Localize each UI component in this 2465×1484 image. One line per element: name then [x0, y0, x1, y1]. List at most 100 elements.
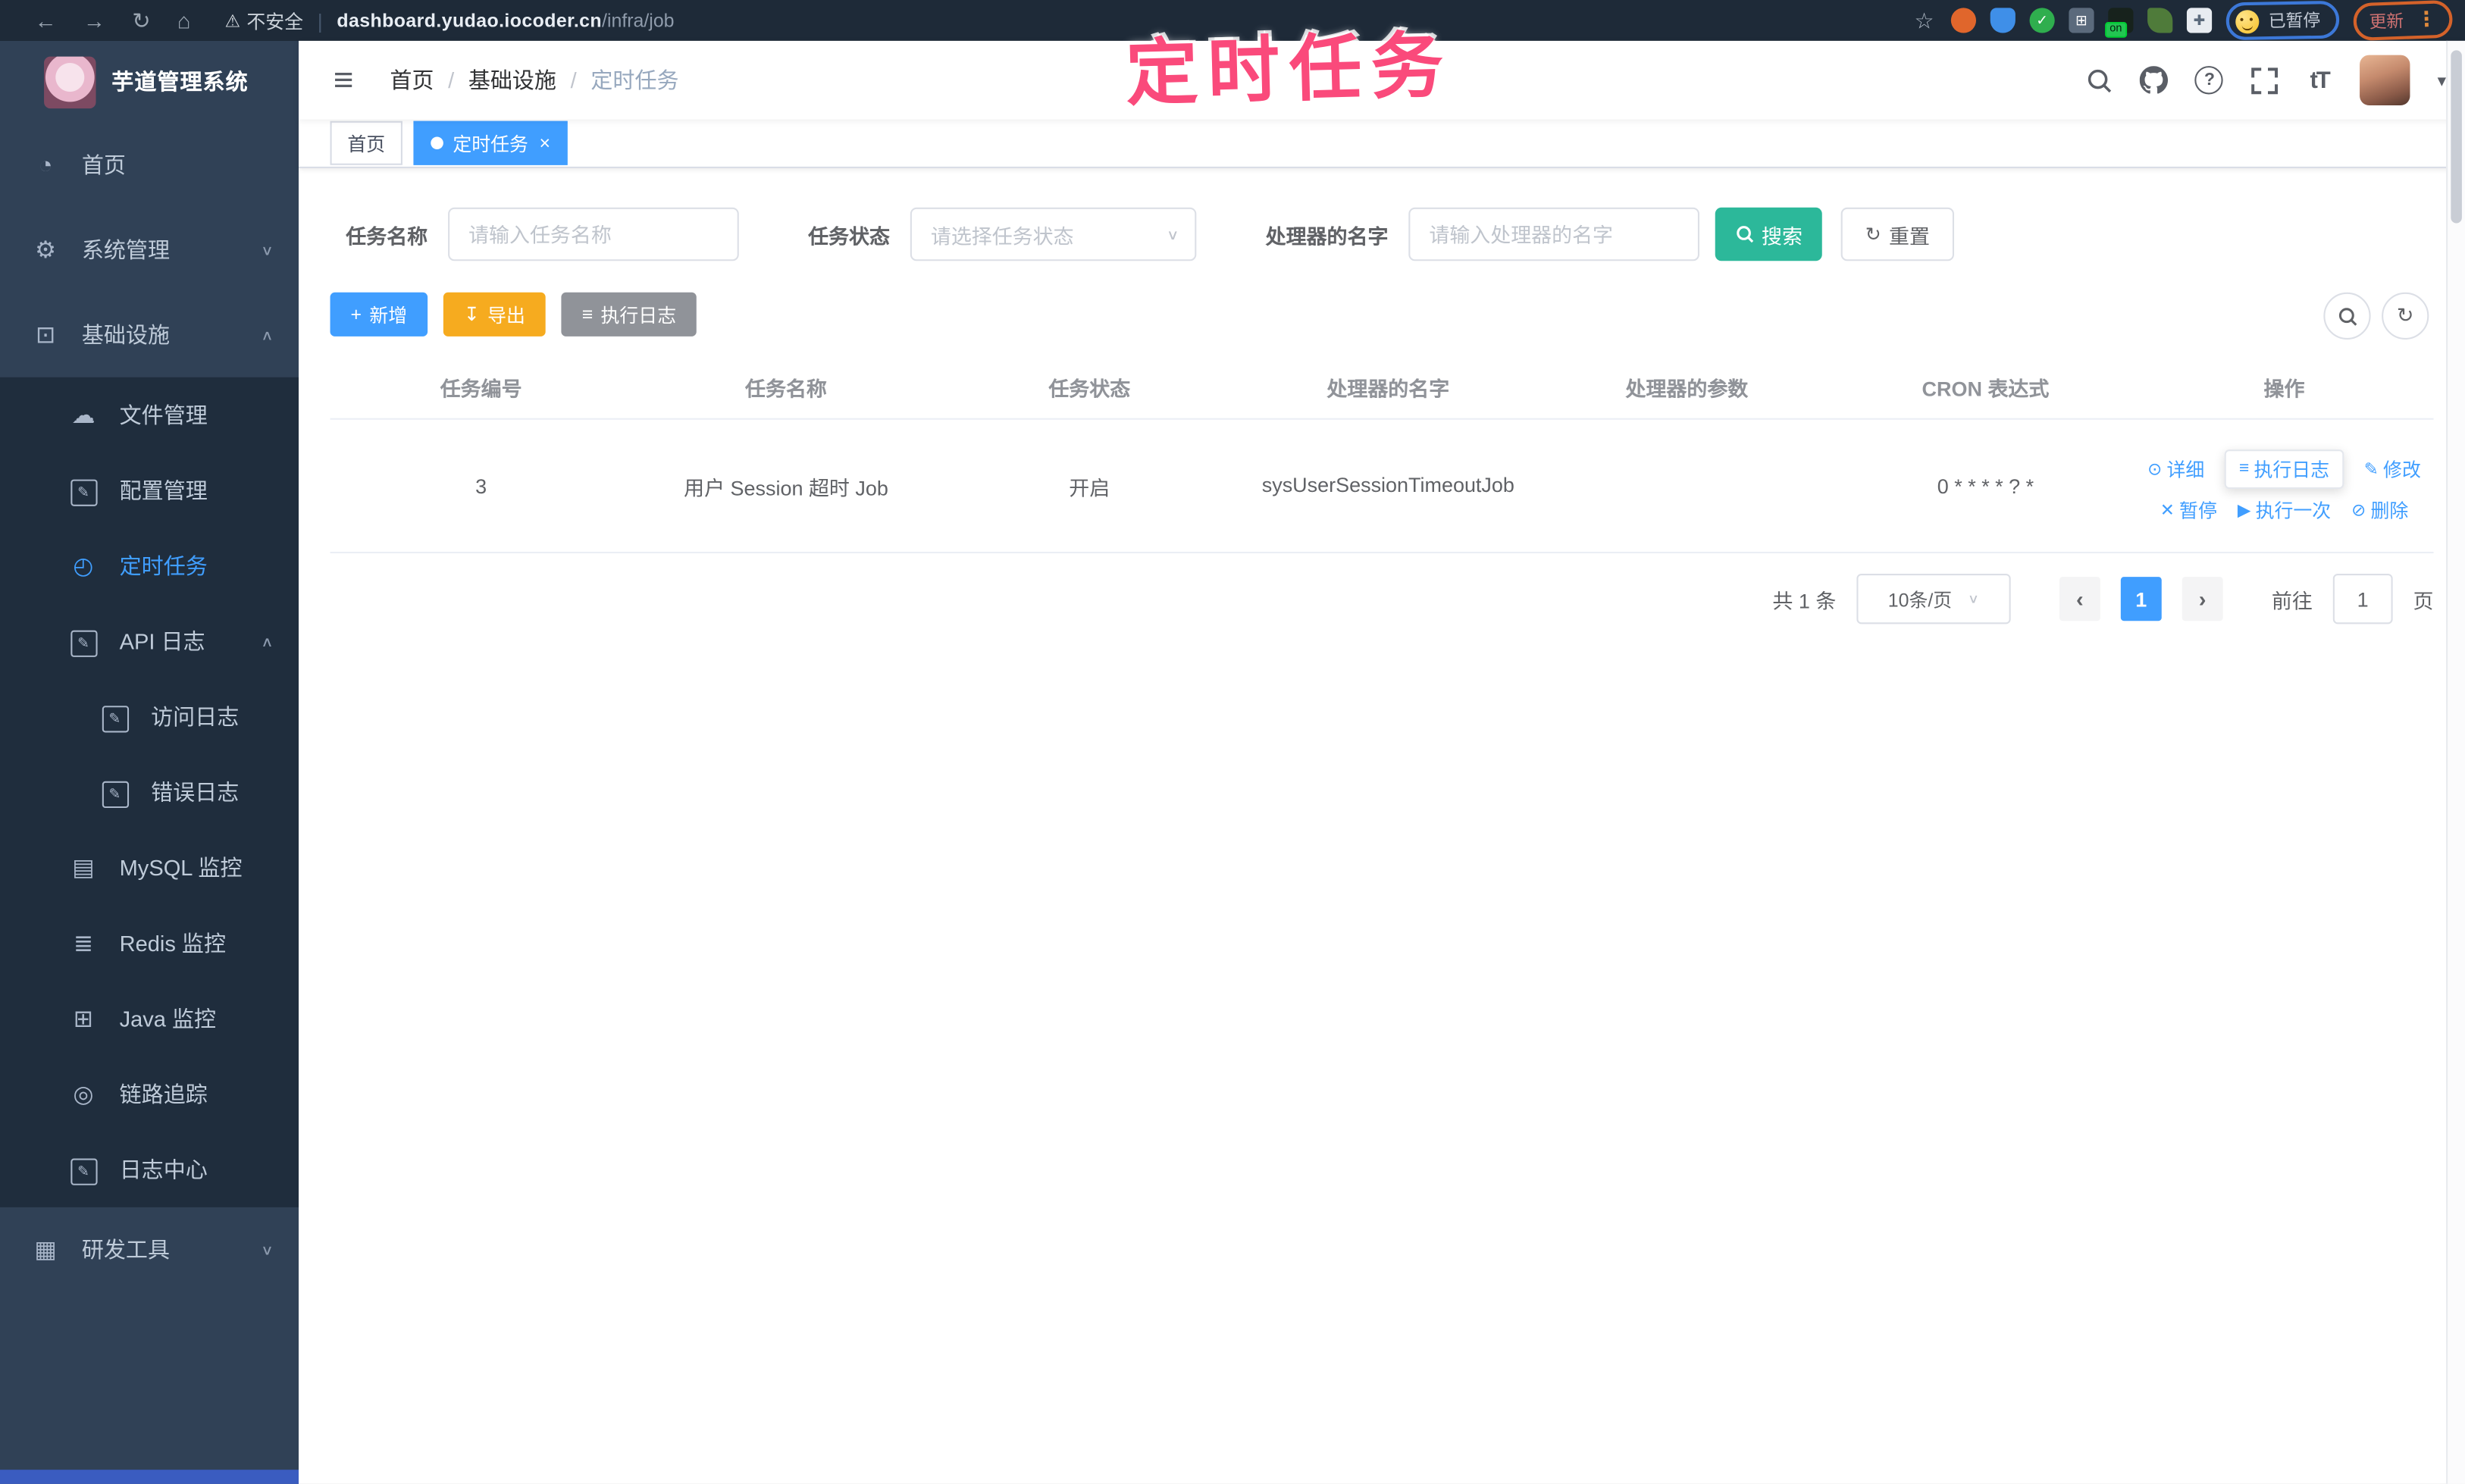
- table-header-row: 任务编号 任务名称 任务状态 处理器的名字 处理器的参数 CRON 表达式 操作: [330, 355, 2434, 420]
- sidebar-item-label: 研发工具: [81, 1237, 170, 1263]
- eye-icon: ⊙: [2147, 459, 2163, 479]
- next-page-button[interactable]: ›: [2182, 577, 2223, 621]
- scrollbar-track[interactable]: [2446, 40, 2465, 1484]
- download-icon: ↧: [463, 303, 480, 326]
- sidebar-item-home[interactable]: ◔ 首页: [0, 123, 299, 208]
- action-run-once[interactable]: ▶ 执行一次: [2238, 496, 2331, 522]
- action-modify[interactable]: ✎ 修改: [2364, 455, 2421, 481]
- add-button[interactable]: + 新增: [330, 292, 428, 337]
- goto-page-input[interactable]: [2332, 574, 2393, 625]
- back-icon[interactable]: ←: [35, 8, 57, 33]
- sidebar-item-dev-tools[interactable]: ▦ 研发工具 ∨: [0, 1207, 299, 1292]
- action-exec-log[interactable]: ≡ 执行日志: [2225, 449, 2344, 488]
- sidebar-item-file-manage[interactable]: ☁ 文件管理: [0, 377, 299, 453]
- sidebar-item-system[interactable]: ⚙ 系统管理 ∨: [0, 208, 299, 293]
- scrollbar-thumb[interactable]: [2451, 50, 2462, 224]
- action-delete[interactable]: ⊘ 删除: [2351, 496, 2408, 522]
- extension-green-check-icon[interactable]: ✓: [2029, 8, 2055, 33]
- edit-box-icon: ✎: [70, 629, 97, 656]
- extensions-puzzle-icon[interactable]: ✚: [2186, 8, 2213, 33]
- exec-log-button-label: 执行日志: [600, 304, 677, 327]
- page-size-select[interactable]: 10条/页 ∨: [1856, 574, 2011, 625]
- address-bar[interactable]: ⚠ 不安全 | dashboard.yudao.iocoder.cn /infr…: [225, 0, 675, 41]
- sidebar-item-api-log[interactable]: ✎ API 日志 ∧: [0, 603, 299, 679]
- sidebar-item-log-center[interactable]: ✎ 日志中心: [0, 1132, 299, 1207]
- col-handler-name: 处理器的名字: [1326, 376, 1450, 400]
- prev-page-button[interactable]: ‹: [2059, 577, 2100, 621]
- sidebar-item-mysql-monitor[interactable]: ▤ MySQL 监控: [0, 830, 299, 906]
- reload-icon[interactable]: ↻: [132, 7, 150, 33]
- sidebar-item-label: 链路追踪: [119, 1081, 208, 1107]
- extension-grid-icon[interactable]: ⊞: [2069, 8, 2094, 33]
- screen: ← → ↻ ⌂ ⚠ 不安全 | dashboard.yudao.iocoder.…: [0, 0, 2465, 1484]
- breadcrumb-home[interactable]: 首页: [390, 64, 434, 95]
- select-placeholder: 请选择任务状态: [930, 224, 1074, 248]
- sidebar-item-infra[interactable]: ⊡ 基础设施 ∧: [0, 293, 299, 377]
- table-tools: ↻: [2323, 292, 2429, 340]
- edit-box-icon: ✎: [101, 705, 129, 732]
- browser-nav: ← → ↻ ⌂: [35, 0, 191, 41]
- table-row: 3 用户 Session 超时 Job 开启 sysUserSessionTim…: [330, 420, 2434, 554]
- cell-job-status: 开启: [1069, 475, 1110, 499]
- sidebar-item-access-log[interactable]: ✎ 访问日志: [0, 679, 299, 755]
- sidebar-bottom-bar: [0, 1470, 299, 1484]
- security-label[interactable]: 不安全: [246, 7, 303, 33]
- edit-box-icon: ✎: [101, 780, 129, 807]
- edit-box-icon: ✎: [70, 1157, 97, 1185]
- avatar[interactable]: [2360, 55, 2411, 105]
- breadcrumb-infra[interactable]: 基础设施: [468, 64, 556, 95]
- app-logo-row[interactable]: 芋道管理系统: [0, 41, 299, 123]
- url-host: dashboard.yudao.iocoder.cn: [337, 9, 603, 32]
- chevron-down-icon: ∨: [1967, 592, 1980, 606]
- eye-icon: ◎: [73, 1081, 94, 1109]
- search-icon[interactable]: [2085, 66, 2113, 94]
- browser-menu-icon[interactable]: ⋮: [2416, 7, 2437, 33]
- trash-icon: ⊘: [2351, 500, 2366, 520]
- action-label: 暂停: [2179, 499, 2217, 521]
- extension-blue-icon[interactable]: [1990, 8, 2016, 33]
- action-pause[interactable]: ✕ 暂停: [2160, 496, 2217, 522]
- caret-down-icon[interactable]: ▾: [2438, 70, 2446, 90]
- extension-orange-icon[interactable]: [1950, 8, 1977, 33]
- hamburger-icon[interactable]: ≡: [334, 61, 354, 99]
- sidebar-item-scheduled-jobs[interactable]: ◴ 定时任务: [0, 528, 299, 604]
- play-icon: ▶: [2237, 500, 2251, 520]
- text-size-icon[interactable]: tT: [2305, 66, 2333, 94]
- app-window: 芋道管理系统 ◔ 首页 ⚙ 系统管理 ∨ ⊡ 基础设施 ∧ ☁ 文件管理 ✎ 配…: [0, 40, 2465, 1484]
- extension-leaf-icon[interactable]: [2147, 8, 2173, 33]
- export-button[interactable]: ↧ 导出: [443, 292, 546, 337]
- handler-name-input[interactable]: [1408, 207, 1700, 261]
- job-status-select[interactable]: 请选择任务状态 ∨: [910, 207, 1197, 261]
- job-name-input[interactable]: [448, 207, 739, 261]
- reset-button[interactable]: ↻ 重置: [1840, 207, 1955, 261]
- pause-icon: ✕: [2160, 500, 2175, 520]
- page-content: 任务名称 任务状态 请选择任务状态 ∨ 处理器的名字 搜索: [299, 168, 2465, 625]
- tab-home[interactable]: 首页: [330, 121, 402, 165]
- sidebar-item-redis-monitor[interactable]: ≣ Redis 监控: [0, 906, 299, 982]
- total-count: 共 1 条: [1772, 588, 1837, 612]
- sidebar-item-tracing[interactable]: ◎ 链路追踪: [0, 1057, 299, 1132]
- sidebar-item-error-log[interactable]: ✎ 错误日志: [0, 755, 299, 831]
- github-icon[interactable]: [2140, 66, 2169, 94]
- tampermonkey-paused-chip[interactable]: 已暂停: [2225, 0, 2340, 41]
- help-icon[interactable]: ?: [2195, 66, 2224, 95]
- jobs-table: 任务编号 任务名称 任务状态 处理器的名字 处理器的参数 CRON 表达式 操作…: [330, 355, 2434, 554]
- exec-log-button[interactable]: ≡ 执行日志: [561, 292, 697, 337]
- forward-icon[interactable]: →: [83, 8, 105, 33]
- close-icon[interactable]: ×: [539, 133, 550, 152]
- refresh-table-button[interactable]: ↻: [2382, 292, 2429, 340]
- bookmark-star-icon[interactable]: ☆: [1912, 7, 1937, 33]
- search-button[interactable]: 搜索: [1715, 207, 1822, 261]
- fullscreen-icon[interactable]: [2250, 66, 2279, 94]
- action-detail[interactable]: ⊙ 详细: [2147, 455, 2204, 481]
- home-icon[interactable]: ⌂: [177, 8, 191, 33]
- page-1-button[interactable]: 1: [2120, 577, 2162, 621]
- extension-on-badge-icon[interactable]: on: [2105, 8, 2134, 38]
- sidebar-item-label: 基础设施: [81, 322, 170, 348]
- update-button[interactable]: 更新: [2369, 8, 2404, 34]
- tab-scheduled-jobs[interactable]: 定时任务 ×: [413, 121, 568, 165]
- toggle-search-button[interactable]: [2323, 292, 2371, 340]
- browser-toolbar: ← → ↻ ⌂ ⚠ 不安全 | dashboard.yudao.iocoder.…: [0, 0, 2465, 42]
- sidebar-item-java-monitor[interactable]: ⊞ Java 监控: [0, 981, 299, 1057]
- sidebar-item-config-manage[interactable]: ✎ 配置管理: [0, 452, 299, 528]
